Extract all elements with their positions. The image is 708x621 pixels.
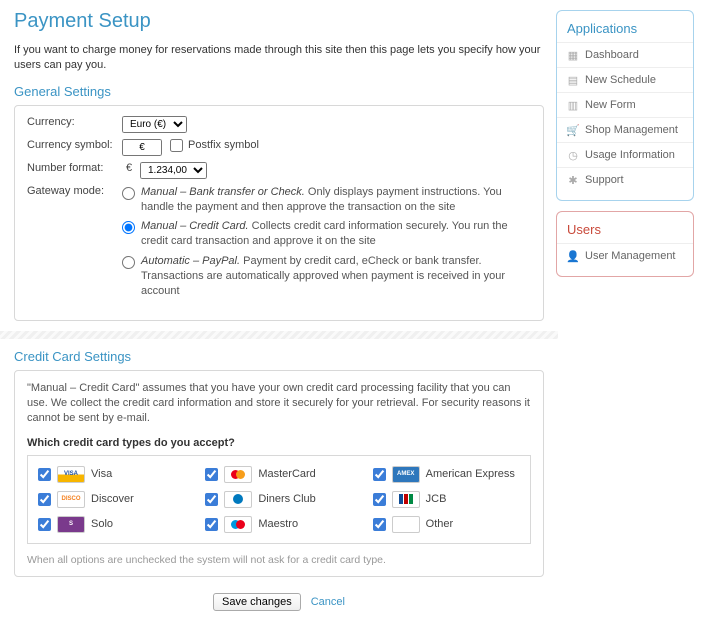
cc-icon-jcb bbox=[392, 491, 420, 508]
cc-icon-american express: AMEX bbox=[392, 466, 420, 483]
numfmt-label: Number format: bbox=[27, 162, 122, 174]
sidebar-item-icon: ▦ bbox=[567, 49, 579, 61]
postfix-checkbox[interactable] bbox=[170, 139, 183, 152]
currency-select[interactable]: Euro (€) bbox=[122, 116, 187, 133]
cc-heading: Credit Card Settings bbox=[14, 349, 544, 364]
gateway-radio-2[interactable] bbox=[122, 256, 135, 269]
cc-label: Visa bbox=[91, 468, 112, 480]
cc-label: Other bbox=[426, 518, 454, 530]
sidebar-item-label: Dashboard bbox=[585, 49, 639, 61]
sidebar-item-icon: ▥ bbox=[567, 99, 579, 111]
symbol-label: Currency symbol: bbox=[27, 139, 122, 151]
cc-label: American Express bbox=[426, 468, 515, 480]
sidebar-item-new-schedule[interactable]: ▤ New Schedule bbox=[557, 67, 693, 92]
cc-label: Diners Club bbox=[258, 493, 315, 505]
sidebar-item-icon: ▤ bbox=[567, 74, 579, 86]
sidebar-item-shop-management[interactable]: 🛒 Shop Management bbox=[557, 117, 693, 142]
gateway-opt-text: Automatic – PayPal. Payment by credit ca… bbox=[141, 254, 531, 299]
cc-icon-other bbox=[392, 516, 420, 533]
sidebar-item-support[interactable]: ✱ Support bbox=[557, 167, 693, 192]
numfmt-select[interactable]: 1.234,00 bbox=[140, 162, 207, 179]
cc-question: Which credit card types do you accept? bbox=[27, 437, 531, 449]
sidebar-item-label: Support bbox=[585, 174, 624, 186]
cc-icon-discover: DISCO bbox=[57, 491, 85, 508]
sidebar-item-label: Usage Information bbox=[585, 149, 675, 161]
cc-label: JCB bbox=[426, 493, 447, 505]
sidebar-item-icon: 🛒 bbox=[567, 124, 579, 136]
sidebar-item-icon: ◷ bbox=[567, 149, 579, 161]
cc-desc: "Manual – Credit Card" assumes that you … bbox=[27, 381, 531, 427]
sidebar-item-usage-information[interactable]: ◷ Usage Information bbox=[557, 142, 693, 167]
applications-title: Applications bbox=[557, 19, 693, 42]
page-intro: If you want to charge money for reservat… bbox=[14, 43, 544, 74]
save-button[interactable]: Save changes bbox=[213, 593, 301, 611]
cc-icon-solo: S bbox=[57, 516, 85, 533]
sidebar-item-label: New Schedule bbox=[585, 74, 656, 86]
general-heading: General Settings bbox=[14, 84, 544, 99]
gateway-opt-text: Manual – Credit Card. Collects credit ca… bbox=[141, 219, 531, 249]
symbol-input[interactable] bbox=[122, 139, 162, 156]
sidebar-item-dashboard[interactable]: ▦ Dashboard bbox=[557, 42, 693, 67]
page-title: Payment Setup bbox=[14, 10, 544, 33]
applications-panel: Applications ▦ Dashboard ▤ New Schedule ▥ New… bbox=[556, 10, 694, 201]
cc-label: Maestro bbox=[258, 518, 298, 530]
gateway-opt-text: Manual – Bank transfer or Check. Only di… bbox=[141, 185, 531, 215]
cc-box: VISA Visa MasterCard AMEX American Express DI… bbox=[27, 455, 531, 544]
general-settings-panel: Currency: Euro (€) Currency symbol: Post… bbox=[14, 105, 544, 321]
sidebar-item-label: User Management bbox=[585, 250, 676, 262]
postfix-label: Postfix symbol bbox=[188, 139, 259, 151]
gateway-radio-1[interactable] bbox=[122, 221, 135, 234]
sidebar-item-new-form[interactable]: ▥ New Form bbox=[557, 92, 693, 117]
cc-check-mastercard[interactable] bbox=[205, 468, 218, 481]
numfmt-prefix: € bbox=[122, 162, 136, 174]
users-title: Users bbox=[557, 220, 693, 243]
currency-label: Currency: bbox=[27, 116, 122, 128]
cc-hint: When all options are unchecked the syste… bbox=[27, 554, 531, 566]
cc-check-maestro[interactable] bbox=[205, 518, 218, 531]
cc-check-other[interactable] bbox=[373, 518, 386, 531]
sidebar-item-label: Shop Management bbox=[585, 124, 678, 136]
cc-settings-panel: "Manual – Credit Card" assumes that you … bbox=[14, 370, 544, 577]
cc-label: MasterCard bbox=[258, 468, 315, 480]
cc-icon-maestro bbox=[224, 516, 252, 533]
cc-check-visa[interactable] bbox=[38, 468, 51, 481]
cc-check-diners club[interactable] bbox=[205, 493, 218, 506]
sidebar-item-label: New Form bbox=[585, 99, 636, 111]
cc-check-american express[interactable] bbox=[373, 468, 386, 481]
cc-icon-diners club bbox=[224, 491, 252, 508]
gateway-radio-0[interactable] bbox=[122, 187, 135, 200]
users-panel: Users 👤 User Management bbox=[556, 211, 694, 277]
sidebar-item-user-management[interactable]: 👤 User Management bbox=[557, 243, 693, 268]
sidebar-item-icon: 👤 bbox=[567, 250, 579, 262]
cancel-link[interactable]: Cancel bbox=[311, 596, 345, 608]
cc-check-jcb[interactable] bbox=[373, 493, 386, 506]
cc-check-solo[interactable] bbox=[38, 518, 51, 531]
gateway-label: Gateway mode: bbox=[27, 185, 122, 197]
section-divider bbox=[0, 331, 558, 339]
cc-icon-mastercard bbox=[224, 466, 252, 483]
cc-icon-visa: VISA bbox=[57, 466, 85, 483]
cc-label: Solo bbox=[91, 518, 113, 530]
cc-label: Discover bbox=[91, 493, 134, 505]
sidebar-item-icon: ✱ bbox=[567, 174, 579, 186]
cc-check-discover[interactable] bbox=[38, 493, 51, 506]
